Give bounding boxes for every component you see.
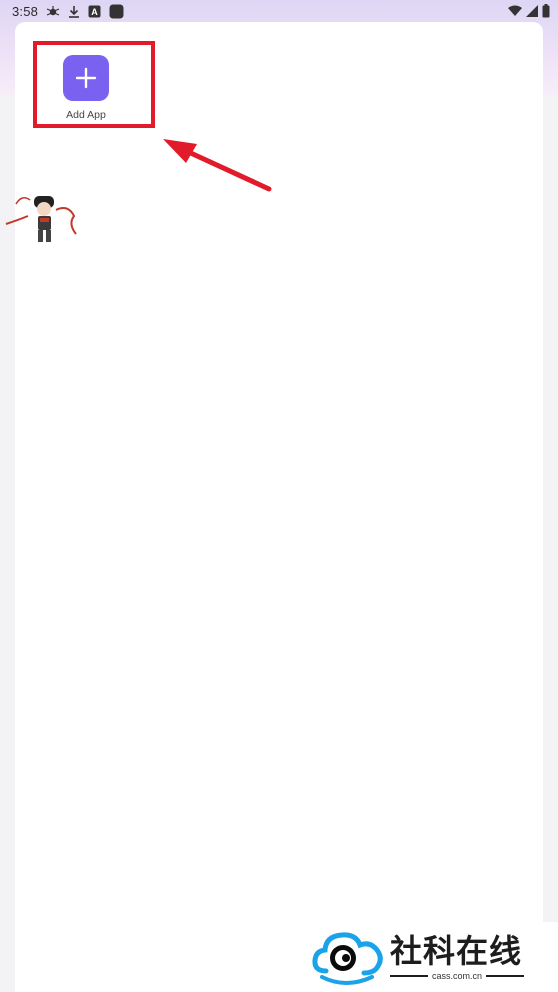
watermark-title: 社科在线 [390,932,523,970]
pointer-arrow [163,139,272,192]
watermark-url: cass.com.cn [432,971,483,981]
watermark-text: 社科在线 cass.com.cn [390,932,525,981]
divider [390,975,428,977]
character-sticker [5,196,77,242]
cloud-eye-logo [312,932,383,985]
watermark: 社科在线 cass.com.cn [312,922,558,992]
watermark-url-row: cass.com.cn [390,971,525,981]
divider [486,975,525,977]
